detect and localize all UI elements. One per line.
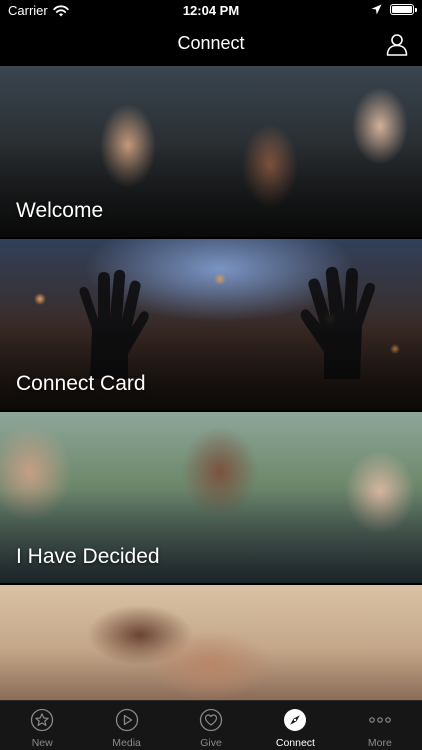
- more-icon: [369, 717, 391, 723]
- card-i-have-decided[interactable]: I Have Decided: [0, 412, 422, 583]
- tab-media[interactable]: Media: [84, 701, 168, 750]
- profile-button[interactable]: [384, 31, 410, 57]
- card-connect-card[interactable]: Connect Card: [0, 239, 422, 410]
- status-bar: Carrier 12:04 PM: [0, 0, 422, 22]
- tab-label-connect: Connect: [275, 737, 315, 749]
- tab-label-new: New: [31, 737, 53, 749]
- status-right: [371, 4, 417, 15]
- star-icon: [31, 708, 54, 732]
- tab-label-media: Media: [112, 737, 141, 749]
- tab-give[interactable]: Give: [169, 701, 253, 750]
- location-icon: [371, 4, 382, 15]
- tab-bar: New Media Give Connect More: [0, 700, 422, 750]
- card-hands-together[interactable]: [0, 585, 422, 700]
- card-welcome[interactable]: Welcome: [0, 66, 422, 237]
- profile-icon: [386, 34, 408, 56]
- card-label-connect-card: Connect Card: [16, 372, 146, 395]
- play-icon: [115, 708, 138, 732]
- page-title: Connect: [177, 33, 245, 53]
- battery-icon: [390, 4, 417, 15]
- tab-label-give: Give: [200, 737, 222, 749]
- nav-bar: Connect: [0, 22, 422, 66]
- card-label-i-have-decided: I Have Decided: [16, 545, 160, 568]
- card-label-welcome: Welcome: [16, 199, 104, 222]
- tab-connect[interactable]: Connect: [253, 701, 337, 750]
- heart-icon: [199, 708, 223, 732]
- tab-label-more: More: [367, 737, 392, 749]
- tab-new[interactable]: New: [0, 701, 84, 750]
- compass-icon: [284, 709, 307, 731]
- card-image-hands-together: [0, 585, 422, 700]
- status-time: 12:04 PM: [182, 3, 240, 18]
- tab-more[interactable]: More: [338, 701, 422, 750]
